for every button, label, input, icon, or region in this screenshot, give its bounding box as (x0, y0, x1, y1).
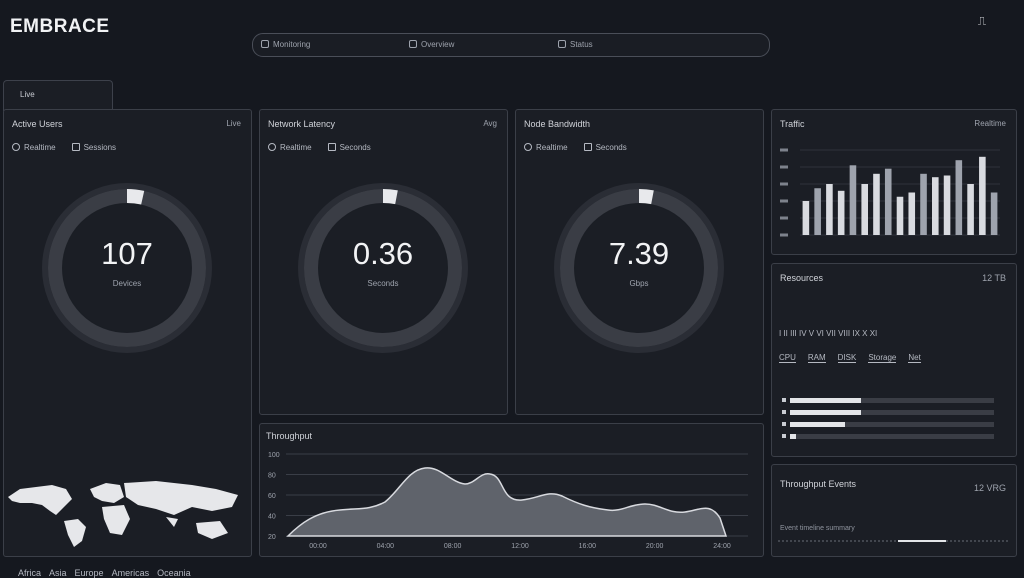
stat-labels: I II III IV V VI VII VIII IX X XI (779, 329, 878, 338)
gauge-value: 107 (101, 236, 153, 271)
nav-item-3[interactable]: Status (558, 40, 593, 49)
dot-icon (409, 40, 417, 48)
bar (943, 175, 951, 235)
x-tick-label: 24:00 (713, 543, 731, 550)
y-tick (780, 148, 788, 152)
progress-bar (782, 410, 994, 415)
map-legend: Africa Asia Europe Americas Oceania (18, 568, 191, 578)
circle-icon (268, 143, 276, 151)
stat-link[interactable]: RAM (807, 353, 826, 363)
y-tick-label: 60 (268, 493, 276, 500)
y-tick (780, 199, 788, 203)
progress-bar (782, 422, 994, 427)
area-chart-panel: Throughput 100 80 60 40 20 00:00 04:00 08:00 12:… (259, 423, 764, 557)
bar (814, 188, 821, 235)
panel-filter[interactable]: Avg (483, 119, 497, 128)
panel-caption: Event timeline summary (780, 525, 855, 532)
panel-title: Resources (780, 273, 824, 283)
gauge-panel-latency: Network Latency Avg Realtime Seconds 0.36… (259, 109, 508, 415)
bar (849, 165, 857, 235)
x-tick-label: 08:00 (444, 543, 462, 550)
panel-value: 12 TB (982, 273, 1006, 283)
panel-legend: Realtime Seconds (524, 143, 627, 152)
bar (896, 196, 904, 235)
top-nav-bar[interactable]: Monitoring Overview Status (252, 33, 770, 57)
brand-logo: EMBRACE (10, 16, 110, 37)
gauge-users: 107 Devices (41, 182, 213, 354)
panel-legend: Realtime Seconds (268, 143, 371, 152)
bar (908, 192, 916, 235)
stat-link[interactable]: CPU (779, 353, 796, 363)
square-icon (327, 143, 336, 151)
panel-title: Network Latency (268, 119, 336, 129)
dot-icon (558, 40, 566, 48)
progress-bar (782, 434, 994, 439)
y-tick (780, 182, 788, 186)
gauge-panel-bandwidth: Node Bandwidth Realtime Seconds 7.39 Gbps (515, 109, 764, 415)
area-chart: 100 80 60 40 20 00:00 04:00 08:00 12:00 16:00 20:0… (268, 452, 748, 550)
stat-link[interactable]: DISK (837, 353, 857, 363)
tab-live[interactable]: Live (3, 80, 113, 111)
stat-link[interactable]: Net (908, 353, 921, 363)
panel-title: Throughput Events (780, 479, 857, 489)
bar (861, 184, 868, 235)
stat-link[interactable]: Storage (868, 353, 897, 363)
square-icon (71, 143, 80, 151)
circle-icon (524, 143, 532, 151)
panel-title: Node Bandwidth (524, 119, 591, 129)
tab-label: Live (20, 90, 35, 99)
gauge-panel-users: Active Users Live Realtime Sessions 107 D… (3, 109, 252, 578)
y-tick (780, 233, 788, 237)
x-tick-label: 12:00 (511, 543, 529, 550)
bar (990, 192, 998, 235)
gauge-value: 0.36 (352, 236, 414, 271)
nav-item-1[interactable]: Monitoring (261, 40, 310, 49)
events-panel: Throughput Events 12 VRG Event timeline … (771, 464, 1017, 557)
bar (920, 173, 927, 235)
y-tick-label: 100 (268, 452, 280, 459)
gauge-value: 7.39 (608, 236, 670, 271)
y-tick (780, 165, 788, 169)
y-tick-label: 20 (268, 534, 276, 541)
notification-icon[interactable]: ⎍ (974, 14, 990, 30)
bar-chart (780, 148, 1000, 237)
bar-chart-panel: Traffic Realtime (771, 109, 1017, 255)
y-tick (780, 216, 788, 220)
bar (884, 168, 892, 235)
panel-value: 12 VRG (973, 483, 1006, 493)
resources-panel: Resources 12 TB I II III IV V VI VII VII… (771, 263, 1017, 457)
bar (826, 184, 833, 235)
gauge-unit: Devices (112, 279, 142, 288)
x-tick-label: 20:00 (646, 543, 664, 550)
stat-links: CPU RAM DISK Storage Net (779, 353, 933, 363)
x-tick-label: 04:00 (377, 543, 395, 550)
bar (955, 160, 963, 235)
square-icon (583, 143, 592, 151)
bar (932, 177, 939, 235)
bar (837, 190, 845, 235)
area-series (286, 467, 728, 537)
panel-title: Active Users (12, 119, 63, 129)
gauge-unit: Gbps (629, 279, 649, 288)
bar (873, 173, 880, 235)
bar (967, 184, 974, 235)
circle-icon (12, 143, 20, 151)
gauge-unit: Seconds (367, 279, 399, 288)
nav-item-2[interactable]: Overview (409, 40, 454, 49)
bar (979, 156, 986, 235)
timeline (778, 540, 1010, 542)
y-tick-label: 40 (268, 514, 276, 521)
world-map (8, 481, 238, 547)
y-tick-label: 80 (268, 473, 276, 480)
progress-bar (782, 398, 994, 403)
gauge-bandwidth: 7.39 Gbps (553, 182, 725, 354)
gauge-latency: 0.36 Seconds (297, 182, 469, 354)
panel-legend: Realtime Sessions (12, 143, 116, 152)
x-tick-label: 00:00 (309, 543, 327, 550)
bar (802, 201, 810, 235)
panel-filter[interactable]: Live (226, 119, 241, 128)
dot-icon (261, 40, 269, 48)
x-tick-label: 16:00 (579, 543, 597, 550)
